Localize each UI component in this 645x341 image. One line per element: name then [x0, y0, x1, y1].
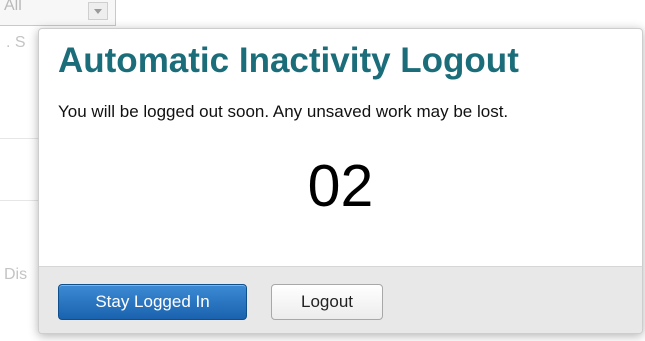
chevron-down-icon[interactable] [88, 2, 108, 20]
background-filter-select[interactable]: All [0, 0, 116, 26]
inactivity-logout-dialog: Automatic Inactivity Logout You will be … [38, 28, 643, 334]
dialog-footer: Stay Logged In Logout [39, 266, 642, 333]
dialog-title: Automatic Inactivity Logout [58, 41, 519, 80]
screen: All . S Dis Automatic Inactivity Logout … [0, 0, 645, 341]
background-label-fragment: Dis [4, 266, 28, 283]
dialog-message: You will be logged out soon. Any unsaved… [58, 102, 509, 121]
countdown-timer: 02 [307, 153, 374, 219]
background-label-fragment: . S [6, 34, 26, 51]
background-divider [0, 200, 40, 201]
stay-logged-in-button[interactable]: Stay Logged In [58, 284, 247, 320]
background-filter-select-value: All [4, 0, 22, 14]
background-divider [0, 138, 40, 139]
logout-button[interactable]: Logout [271, 284, 383, 320]
